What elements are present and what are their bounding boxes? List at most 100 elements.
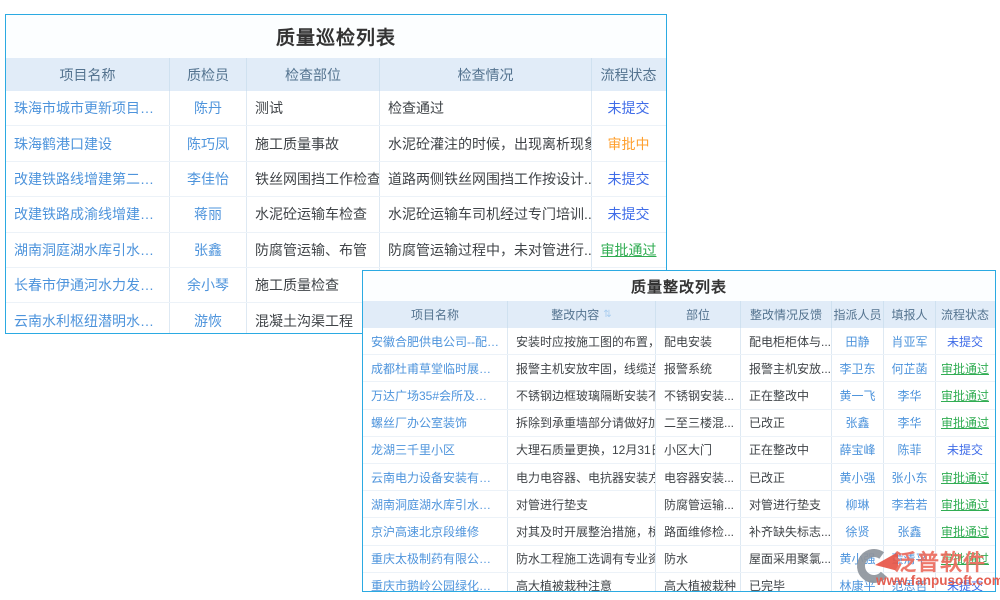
reporter-link[interactable]: 陈菲 [897, 441, 921, 458]
assignee-cell: 黄小强 [832, 546, 884, 572]
project-name-cell: 安徽合肥供电公司--配电设备... [363, 328, 508, 354]
project-name-link[interactable]: 珠海市城市更新项目紫... [14, 98, 161, 118]
project-name-link[interactable]: 改建铁路成渝线增建第... [14, 204, 161, 224]
workflow-status-link[interactable]: 审批通过 [941, 387, 989, 404]
project-name-link[interactable]: 万达广场35#会所及咖啡厅空... [371, 387, 499, 404]
assignee-link[interactable]: 林康平 [839, 577, 875, 592]
check-part-cell: 防腐管运输、布管 [247, 233, 380, 267]
assignee-cell: 薛宝峰 [832, 437, 884, 463]
assignee-link[interactable]: 黄小强 [839, 469, 875, 486]
check-part-cell: 水泥砼运输车检查 [247, 197, 380, 231]
workflow-status-link[interactable]: 审批通过 [941, 469, 989, 486]
workflow-status-link[interactable]: 未提交 [947, 577, 983, 592]
status-cell: 审批通过 [936, 464, 994, 490]
project-name-link[interactable]: 云南电力设备安装有限公司20... [371, 469, 499, 486]
status-cell: 审批通过 [936, 518, 994, 544]
reporter-link[interactable]: 李华 [897, 387, 921, 404]
rectification-table-row: 龙湖三千里小区 大理石质量更换，12月31日之... 小区大门 正在整改中 薛宝… [363, 437, 995, 464]
project-name-link[interactable]: 京沪高速北京段维修 [371, 523, 479, 540]
workflow-status-link[interactable]: 审批通过 [941, 360, 989, 377]
workflow-status-link[interactable]: 审批通过 [601, 240, 657, 260]
feedback-cell: 对管进行垫支 [741, 491, 832, 517]
assignee-link[interactable]: 黄一飞 [839, 387, 875, 404]
part-cell: 高大植被栽种 [656, 573, 741, 592]
project-name-cell: 珠海鹤港口建设 [6, 126, 170, 160]
status-cell: 未提交 [592, 197, 665, 231]
assignee-link[interactable]: 徐贤 [845, 523, 869, 540]
assignee-cell: 田静 [832, 328, 884, 354]
project-name-link[interactable]: 长春市伊通河水力发电... [14, 275, 161, 295]
workflow-status-link[interactable]: 未提交 [947, 333, 983, 350]
reporter-cell: 李华 [884, 382, 936, 408]
inspector-link[interactable]: 陈巧凤 [187, 134, 229, 154]
project-name-link[interactable]: 螺丝厂办公室装饰 [371, 414, 467, 431]
project-name-link[interactable]: 龙湖三千里小区 [371, 441, 455, 458]
rectification-table-row: 重庆市鹅岭公园绿化景观提升... 高大植被栽种注意 高大植被栽种 已完毕 林康平… [363, 573, 995, 592]
reporter-link[interactable]: 李华 [897, 414, 921, 431]
inspector-link[interactable]: 陈丹 [194, 98, 222, 118]
status-cell: 未提交 [936, 328, 994, 354]
project-name-cell: 万达广场35#会所及咖啡厅空... [363, 382, 508, 408]
workflow-status-link[interactable]: 审批通过 [941, 550, 989, 567]
check-situation-cell: 道路两侧铁丝网围挡工作按设计... [380, 162, 592, 196]
workflow-status-link[interactable]: 审批通过 [941, 496, 989, 513]
project-name-link[interactable]: 湖南洞庭湖水库引水工... [14, 240, 161, 260]
project-name-link[interactable]: 成都杜甫草堂临时展厅独立展... [371, 360, 499, 377]
workflow-status-link[interactable]: 未提交 [608, 169, 650, 189]
assignee-cell: 黄一飞 [832, 382, 884, 408]
workflow-status-link[interactable]: 审批通过 [941, 414, 989, 431]
reporter-link[interactable]: 董清平 [891, 550, 927, 567]
part-cell: 防水 [656, 546, 741, 572]
assignee-link[interactable]: 薛宝峰 [839, 441, 875, 458]
project-name-link[interactable]: 重庆市鹅岭公园绿化景观提升... [371, 577, 499, 592]
reporter-link[interactable]: 张小东 [891, 469, 927, 486]
reporter-link[interactable]: 张鑫 [897, 523, 921, 540]
project-name-link[interactable]: 改建铁路线增建第二线... [14, 169, 161, 189]
inspector-cell: 蒋丽 [170, 197, 247, 231]
inspector-link[interactable]: 游恢 [194, 311, 222, 331]
inspector-link[interactable]: 李佳怡 [187, 169, 229, 189]
rectify-content-cell: 安装时应按施工图的布置，将... [508, 328, 656, 354]
reporter-cell: 张鑫 [884, 518, 936, 544]
reporter-link[interactable]: 李若若 [891, 496, 927, 513]
project-name-link[interactable]: 珠海鹤港口建设 [14, 134, 112, 154]
rectification-table-row: 湖南洞庭湖水库引水工程施工标 对管进行垫支 防腐管运输... 对管进行垫支 柳琳… [363, 491, 995, 518]
part-cell: 二至三楼混... [656, 410, 741, 436]
status-cell: 审批通过 [936, 491, 994, 517]
project-name-cell: 重庆太极制药有限公司亳州中... [363, 546, 508, 572]
part-cell: 配电安装 [656, 328, 741, 354]
inspection-table-row: 湖南洞庭湖水库引水工... 张鑫 防腐管运输、布管 防腐管运输过程中，未对管进行… [6, 233, 666, 268]
feedback-cell: 补齐缺失标志... [741, 518, 832, 544]
inspector-link[interactable]: 余小琴 [187, 275, 229, 295]
reporter-link[interactable]: 肖亚军 [891, 333, 927, 350]
project-name-link[interactable]: 重庆太极制药有限公司亳州中... [371, 550, 499, 567]
project-name-link[interactable]: 湖南洞庭湖水库引水工程施工标 [371, 496, 499, 513]
assignee-link[interactable]: 张鑫 [845, 414, 869, 431]
check-part-cell: 混凝土沟渠工程 [247, 303, 380, 334]
assignee-cell: 张鑫 [832, 410, 884, 436]
feedback-cell: 已完毕 [741, 573, 832, 592]
project-name-link[interactable]: 安徽合肥供电公司--配电设备... [371, 333, 499, 350]
inspector-link[interactable]: 张鑫 [194, 240, 222, 260]
rectification-table-row: 重庆太极制药有限公司亳州中... 防水工程施工选调有专业资质... 防水 屋面采… [363, 546, 995, 573]
page: 质量巡检列表 项目名称 质检员 检查部位 检查情况 流程状态 珠海市城市更新项目… [0, 0, 1000, 600]
workflow-status-link[interactable]: 审批中 [608, 134, 650, 154]
assignee-link[interactable]: 田静 [845, 333, 869, 350]
project-name-link[interactable]: 云南水利枢纽潜明水库... [14, 311, 161, 331]
inspector-link[interactable]: 蒋丽 [194, 204, 222, 224]
part-cell: 小区大门 [656, 437, 741, 463]
inspector-cell: 余小琴 [170, 268, 247, 302]
workflow-status-link[interactable]: 审批通过 [941, 523, 989, 540]
reporter-cell: 陈菲 [884, 437, 936, 463]
sort-icon[interactable]: ⇅ [603, 309, 611, 320]
workflow-status-link[interactable]: 未提交 [608, 98, 650, 118]
assignee-link[interactable]: 李卫东 [839, 360, 875, 377]
inspector-cell: 陈丹 [170, 91, 247, 125]
assignee-link[interactable]: 黄小强 [839, 550, 875, 567]
feedback-cell: 已改正 [741, 410, 832, 436]
workflow-status-link[interactable]: 未提交 [608, 204, 650, 224]
assignee-link[interactable]: 柳琳 [845, 496, 869, 513]
reporter-link[interactable]: 何芷菡 [891, 360, 927, 377]
workflow-status-link[interactable]: 未提交 [947, 441, 983, 458]
reporter-link[interactable]: 范思哲 [891, 577, 927, 592]
